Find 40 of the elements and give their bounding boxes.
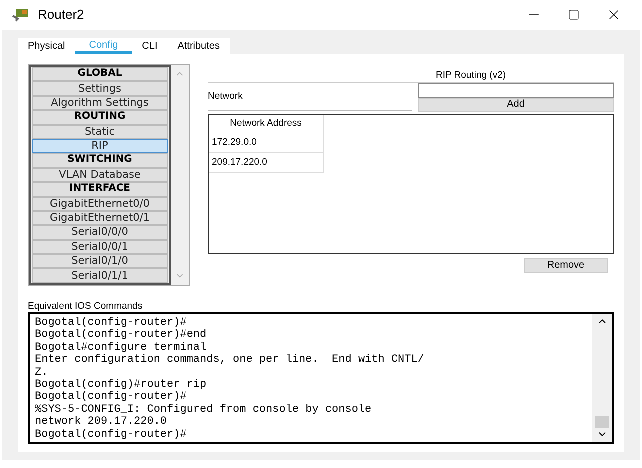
sidebar-item[interactable]: Serial0/0/0 [32, 225, 168, 240]
scroll-thumb[interactable] [595, 416, 609, 428]
console-line: Bogotal(config-router)#end [35, 329, 208, 342]
add-button[interactable]: Add [418, 98, 614, 112]
console-line: Bogotal#configure terminal [35, 342, 208, 354]
console-line: Bogotal(config)#router rip [35, 379, 208, 392]
console-label: Equivalent IOS Commands [28, 302, 144, 312]
tab[interactable]: Attributes [168, 38, 230, 54]
console-line: Bogotal(config-router)# [35, 317, 188, 329]
sidebar-item[interactable]: Algorithm Settings [32, 96, 168, 110]
window-title: Router2 [38, 6, 84, 24]
sidebar-header: ROUTING [32, 110, 168, 125]
console-line: Z. [35, 366, 50, 379]
sidebar-item[interactable]: GigabitEthernet0/0 [32, 196, 168, 211]
router-icon [12, 8, 30, 22]
table-cell[interactable]: 209.17.220.0 [209, 153, 324, 173]
sidebar-item[interactable]: VLAN Database [32, 168, 168, 182]
tab[interactable]: CLI [132, 38, 168, 54]
table-cell[interactable]: 172.29.0.0 [209, 133, 324, 153]
remove-button[interactable]: Remove [524, 258, 608, 273]
console-line: %SYS-5-CONFIG_I: Configured from console by console [35, 404, 373, 416]
sidebar-item[interactable]: GigabitEthernet0/1 [32, 210, 168, 226]
sidebar-item[interactable]: Serial0/1/1 [32, 268, 168, 283]
console-line: Bogotal(config-router)# [35, 428, 188, 442]
sidebar-header: SWITCHING [32, 153, 168, 168]
network-label: Network [208, 91, 243, 102]
sidebar-item[interactable]: Serial0/0/1 [32, 240, 168, 254]
tab[interactable]: Physical [18, 38, 76, 54]
sidebar-item[interactable]: Serial0/1/0 [32, 254, 168, 268]
network-input[interactable] [418, 83, 614, 98]
sidebar-item[interactable]: Static [32, 124, 168, 139]
console-line: Enter configuration commands, one per line. End with CNTL/ [35, 354, 426, 367]
sidebar-header: GLOBAL [32, 67, 168, 82]
column-header: Network Address [209, 115, 324, 133]
sidebar-item[interactable]: Settings [32, 81, 168, 96]
maximize-icon[interactable] [568, 9, 580, 21]
sidebar-item[interactable]: RIP [32, 138, 168, 154]
sidebar-header: INTERFACE [32, 182, 168, 197]
console-line: network 209.17.220.0 [35, 416, 168, 429]
console-line: Bogotal(config-router)# [35, 391, 188, 404]
